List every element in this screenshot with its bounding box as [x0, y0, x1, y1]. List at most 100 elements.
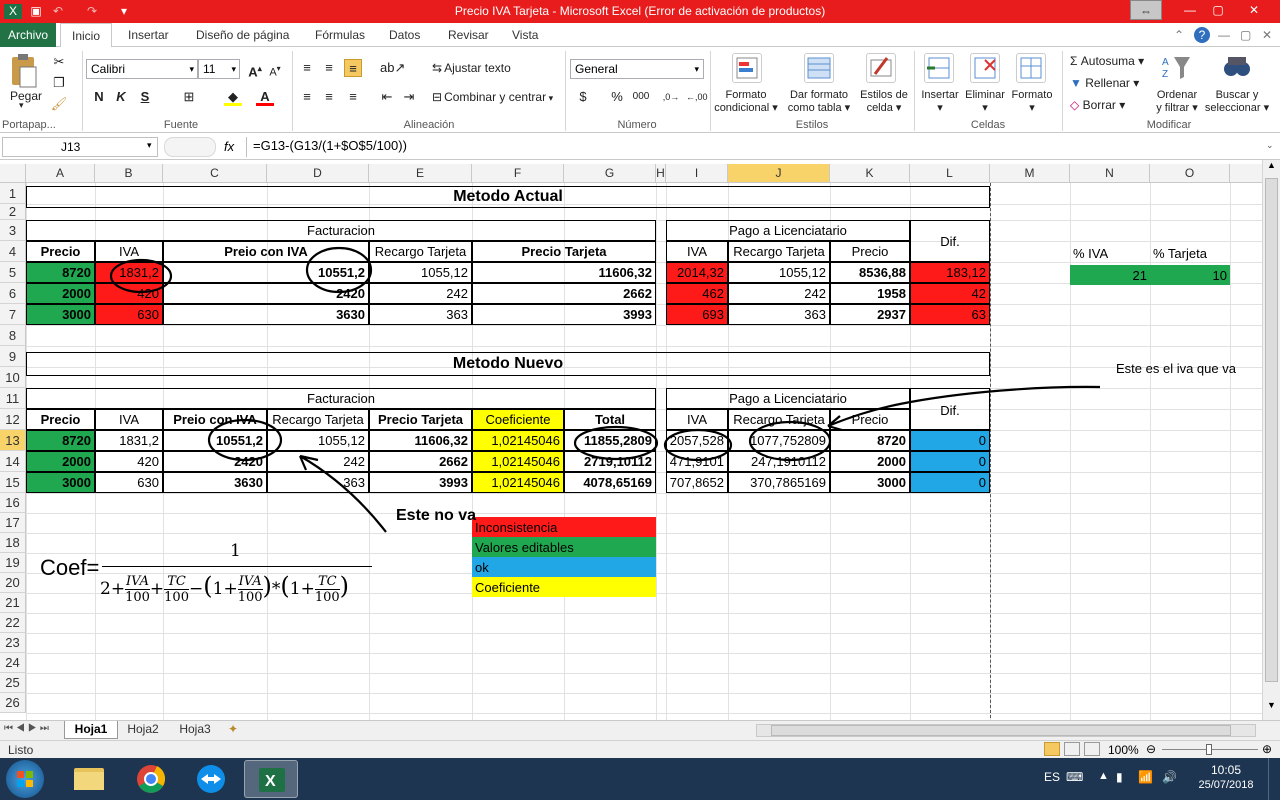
tab-vista[interactable]: Vista — [512, 23, 538, 47]
hdr-recargo-pago[interactable]: Recargo Tarjeta — [728, 241, 830, 262]
actual-cell-r6-c0[interactable]: 2000 — [26, 283, 95, 304]
actual-cell-r7-c5[interactable]: 693 — [666, 304, 728, 325]
hdr-precio[interactable]: Precio — [26, 241, 95, 262]
row-header-2[interactable]: 2 — [0, 204, 26, 220]
borders-icon[interactable]: ⊞ — [180, 88, 198, 106]
insert-cells-icon[interactable] — [924, 53, 954, 83]
page-layout-icon[interactable] — [1064, 742, 1080, 756]
hdr2-precio-pago[interactable]: Precio — [830, 409, 910, 430]
select-all-corner[interactable] — [0, 164, 26, 183]
fx-icon[interactable]: fx — [224, 139, 234, 154]
thousands-icon[interactable]: 000 — [632, 88, 650, 106]
nuevo-cell-r13-c9[interactable]: 8720 — [830, 430, 910, 451]
conditional-format-label[interactable]: Formato condicional ▾ — [712, 89, 780, 115]
paste-label[interactable]: Pegar — [10, 89, 42, 103]
keyboard-icon[interactable]: ⌨ — [1066, 770, 1083, 784]
actual-cell-r5-c6[interactable]: 1055,12 — [728, 262, 830, 283]
actual-cell-r5-c7[interactable]: 8536,88 — [830, 262, 910, 283]
minimize-ribbon-icon[interactable]: ⌃ — [1174, 23, 1184, 47]
row-header-14[interactable]: 14 — [0, 451, 26, 472]
label-pct-tarjeta[interactable]: % Tarjeta — [1150, 244, 1230, 262]
font-color-icon[interactable]: A — [256, 88, 274, 106]
tab-formulas[interactable]: Fórmulas — [315, 23, 365, 47]
number-format-combo[interactable]: General ▾ — [570, 59, 704, 79]
maximize-button[interactable]: ▢ — [1204, 0, 1232, 20]
zoom-slider-thumb[interactable] — [1206, 744, 1212, 755]
col-header-e[interactable]: E — [369, 164, 472, 183]
restore-ribbon-button[interactable]: ⇔ — [1130, 0, 1162, 20]
hdr-iva-pago[interactable]: IVA — [666, 241, 728, 262]
conditional-format-icon[interactable] — [732, 53, 762, 83]
align-middle-icon[interactable]: ≡ — [320, 59, 338, 77]
sheet-tab-hoja1[interactable]: Hoja1 — [64, 721, 118, 739]
close-button[interactable]: ✕ — [1234, 0, 1274, 20]
actual-cell-r6-c6[interactable]: 242 — [728, 283, 830, 304]
nuevo-cell-r13-c6[interactable]: 11855,2809 — [564, 430, 656, 451]
paste-button[interactable] — [8, 53, 40, 89]
expand-formula-icon[interactable]: ⌄ — [1266, 140, 1274, 151]
hdr-iva[interactable]: IVA — [95, 241, 163, 262]
actual-cell-r5-c1[interactable]: 1831,2 — [95, 262, 163, 283]
nuevo-cell-r15-c1[interactable]: 630 — [95, 472, 163, 493]
volume-icon[interactable]: 🔊 — [1162, 770, 1177, 784]
vertical-scrollbar[interactable]: ▲ ▼ — [1262, 160, 1280, 720]
col-header-o[interactable]: O — [1150, 164, 1230, 183]
delete-cells-icon[interactable] — [970, 53, 1000, 83]
align-top-icon[interactable]: ≡ — [298, 59, 316, 77]
zoom-out-icon[interactable]: ⊖ — [1146, 742, 1156, 756]
row-header-4[interactable]: 4 — [0, 241, 26, 262]
nuevo-cell-r14-c7[interactable]: 471,9101 — [666, 451, 728, 472]
nuevo-cell-r13-c2[interactable]: 10551,2 — [163, 430, 267, 451]
sheet-tab-hoja3[interactable]: Hoja3 — [172, 721, 218, 739]
hdr2-total[interactable]: Total — [564, 409, 656, 430]
legend-inconsistencia[interactable]: Inconsistencia — [472, 517, 656, 537]
actual-cell-r6-c8[interactable]: 42 — [910, 283, 990, 304]
sheet-nav-icons[interactable]: ⏮◀▶⏭ — [4, 723, 52, 734]
col-header-b[interactable]: B — [95, 164, 163, 183]
actual-cell-r7-c8[interactable]: 63 — [910, 304, 990, 325]
row-header-9[interactable]: 9 — [0, 346, 26, 367]
help-icon[interactable]: ? — [1194, 27, 1210, 43]
header-facturacion-actual[interactable]: Facturacion — [26, 220, 656, 241]
hdr-preio-con-iva[interactable]: Preio con IVA — [163, 241, 369, 262]
name-box[interactable]: J13 ▾ — [2, 137, 158, 157]
hdr2-precio-tarjeta[interactable]: Precio Tarjeta — [369, 409, 472, 430]
sort-filter-icon[interactable]: AZ — [1162, 53, 1192, 83]
nuevo-cell-r14-c8[interactable]: 247,1910112 — [728, 451, 830, 472]
header-dif-nuevo[interactable]: Dif. — [910, 388, 990, 430]
row-header-10[interactable]: 10 — [0, 367, 26, 388]
header-dif-actual[interactable]: Dif. — [910, 220, 990, 262]
decrease-indent-icon[interactable]: ⇤ — [378, 88, 396, 106]
col-header-i[interactable]: I — [666, 164, 728, 183]
hdr-recargo[interactable]: Recargo Tarjeta — [369, 241, 472, 262]
actual-cell-r7-c1[interactable]: 630 — [95, 304, 163, 325]
fill-color-icon[interactable]: ◆ — [224, 88, 242, 106]
nuevo-cell-r14-c2[interactable]: 2420 — [163, 451, 267, 472]
row-header-12[interactable]: 12 — [0, 409, 26, 430]
actual-cell-r5-c2[interactable]: 10551,2 — [163, 262, 369, 283]
normal-view-icon[interactable] — [1044, 742, 1060, 756]
col-header-k[interactable]: K — [830, 164, 910, 183]
col-header-d[interactable]: D — [267, 164, 369, 183]
nuevo-cell-r15-c5[interactable]: 1,02145046 — [472, 472, 564, 493]
row-header-8[interactable]: 8 — [0, 325, 26, 346]
actual-cell-r5-c8[interactable]: 183,12 — [910, 262, 990, 283]
row-header-16[interactable]: 16 — [0, 493, 26, 513]
page-break-view-icon[interactable] — [1084, 742, 1100, 756]
actual-cell-r7-c2[interactable]: 3630 — [163, 304, 369, 325]
wb-minimize-icon[interactable]: — — [1218, 23, 1230, 47]
tab-revisar[interactable]: Revisar — [448, 23, 489, 47]
row-header-18[interactable]: 18 — [0, 533, 26, 553]
hdr2-iva[interactable]: IVA — [95, 409, 163, 430]
nuevo-cell-r13-c8[interactable]: 1077,752809 — [728, 430, 830, 451]
col-header-j[interactable]: J — [728, 164, 830, 183]
show-hidden-icons[interactable]: ▲ — [1098, 770, 1109, 782]
input-pct-tarjeta[interactable]: 10 — [1150, 265, 1230, 285]
actual-cell-r6-c4[interactable]: 2662 — [472, 283, 656, 304]
sort-filter-label[interactable]: Ordenar y filtrar ▾ — [1150, 89, 1204, 115]
row-header-22[interactable]: 22 — [0, 613, 26, 633]
header-facturacion-nuevo[interactable]: Facturacion — [26, 388, 656, 409]
nuevo-cell-r13-c0[interactable]: 8720 — [26, 430, 95, 451]
hdr2-recargo[interactable]: Recargo Tarjeta — [267, 409, 369, 430]
hdr-precio-tarjeta[interactable]: Precio Tarjeta — [472, 241, 656, 262]
